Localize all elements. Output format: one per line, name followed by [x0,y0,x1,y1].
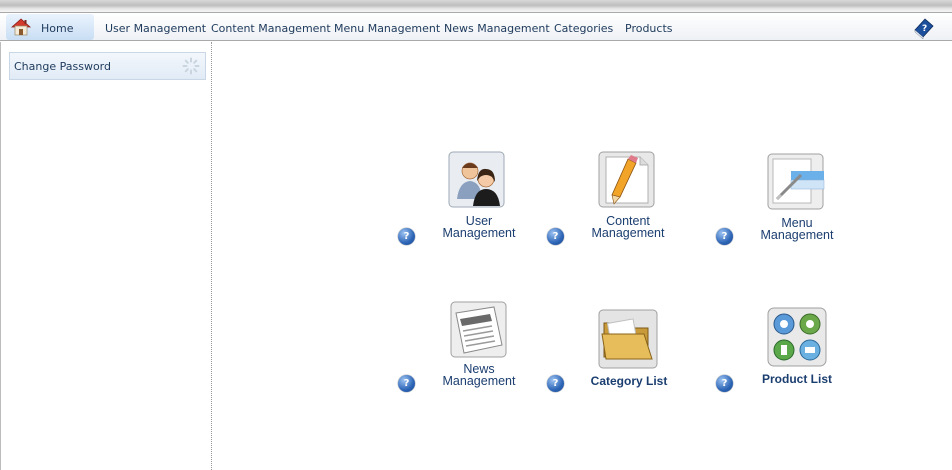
sidebar: Change Password [0,42,212,470]
top-navbar: Home User Management Content Management … [0,12,952,41]
sidebar-item-label: Change Password [14,60,111,73]
spinner-icon [182,57,200,75]
house-icon [10,18,32,36]
help-content-management-button[interactable]: ? [547,228,564,245]
tile-product-list[interactable]: Product List [742,306,852,416]
help-user-management-button[interactable]: ? [398,228,415,245]
users-icon [448,151,505,208]
newspaper-icon [450,301,507,358]
tile-category-list[interactable]: Category List [574,308,684,418]
nav-content-management[interactable]: Content Management [211,22,331,35]
sidebar-item-change-password[interactable]: Change Password [9,52,206,80]
nav-products[interactable]: Products [625,22,673,35]
nav-home[interactable]: Home [6,14,94,40]
tile-label-line2: Management [591,226,665,240]
help-book-icon[interactable]: ? [912,16,936,40]
nav-user-management[interactable]: User Management [105,22,206,35]
folder-icon [598,309,658,369]
top-strip [0,0,952,12]
nav-home-label: Home [41,22,74,35]
tile-label-line2: Management [442,226,516,240]
tile-label: Product List [761,372,832,386]
tile-label: Category List [590,374,668,388]
tile-menu-management[interactable]: Menu Management [742,152,852,262]
help-menu-management-button[interactable]: ? [716,228,733,245]
menu-window-icon [767,153,825,210]
nav-menu-management[interactable]: Menu Management [334,22,440,35]
help-product-list-button[interactable]: ? [716,375,733,392]
nav-news-management[interactable]: News Management [444,22,550,35]
nav-categories[interactable]: Categories [554,22,613,35]
pencil-document-icon [598,151,655,208]
tile-news-management[interactable]: News Management [424,300,534,410]
product-apps-icon [767,307,827,367]
tile-content-management[interactable]: Content Management [573,150,683,260]
help-news-management-button[interactable]: ? [398,375,415,392]
tile-label-line2: Management [760,228,834,242]
tile-user-management[interactable]: User Management [424,150,534,260]
help-category-list-button[interactable]: ? [547,375,564,392]
svg-text:?: ? [922,24,927,34]
tile-label-line2: Management [442,374,516,388]
